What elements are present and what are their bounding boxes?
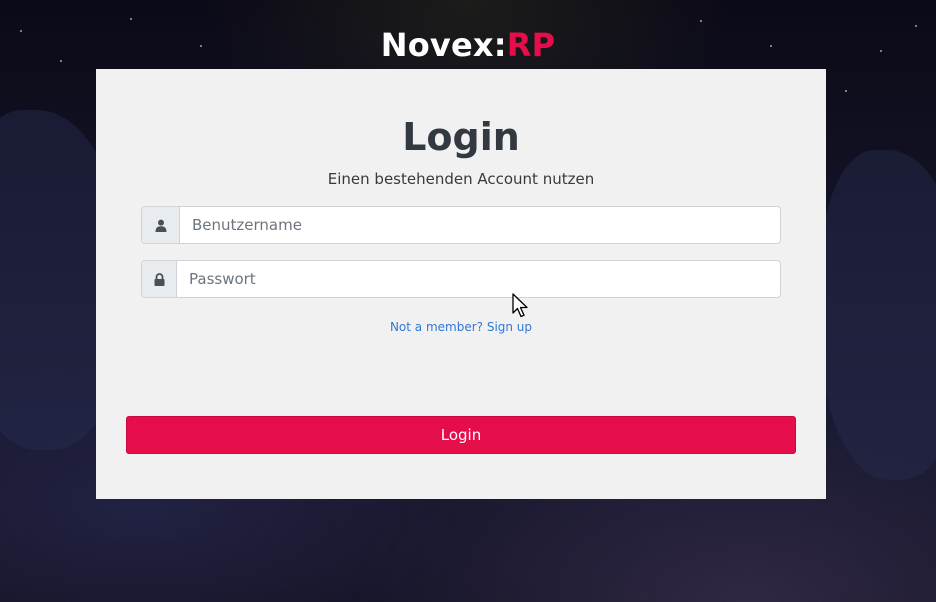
password-field[interactable] xyxy=(177,261,780,297)
star xyxy=(130,18,132,20)
star xyxy=(700,20,702,22)
brand-logo: Novex:RP xyxy=(0,26,936,64)
background: { "brand": { "name": "Novex:", "accent":… xyxy=(0,0,936,602)
username-field[interactable] xyxy=(180,207,780,243)
user-icon xyxy=(142,207,180,243)
page-subtitle: Einen bestehenden Account nutzen xyxy=(327,170,595,188)
brand-accent: RP xyxy=(506,26,556,64)
mouse-cursor-icon xyxy=(512,293,528,318)
brand-name: Novex: xyxy=(380,26,507,64)
star xyxy=(845,90,847,92)
lock-icon xyxy=(142,261,177,297)
username-input-group xyxy=(141,206,781,244)
login-button[interactable]: Login xyxy=(126,416,796,454)
password-input-group xyxy=(141,260,781,298)
login-card: Login Einen bestehenden Account nutzen N… xyxy=(96,69,826,499)
signup-link[interactable]: Not a member? Sign up xyxy=(96,320,826,334)
background-rock-right xyxy=(820,150,936,480)
page-title: Login xyxy=(402,115,520,159)
